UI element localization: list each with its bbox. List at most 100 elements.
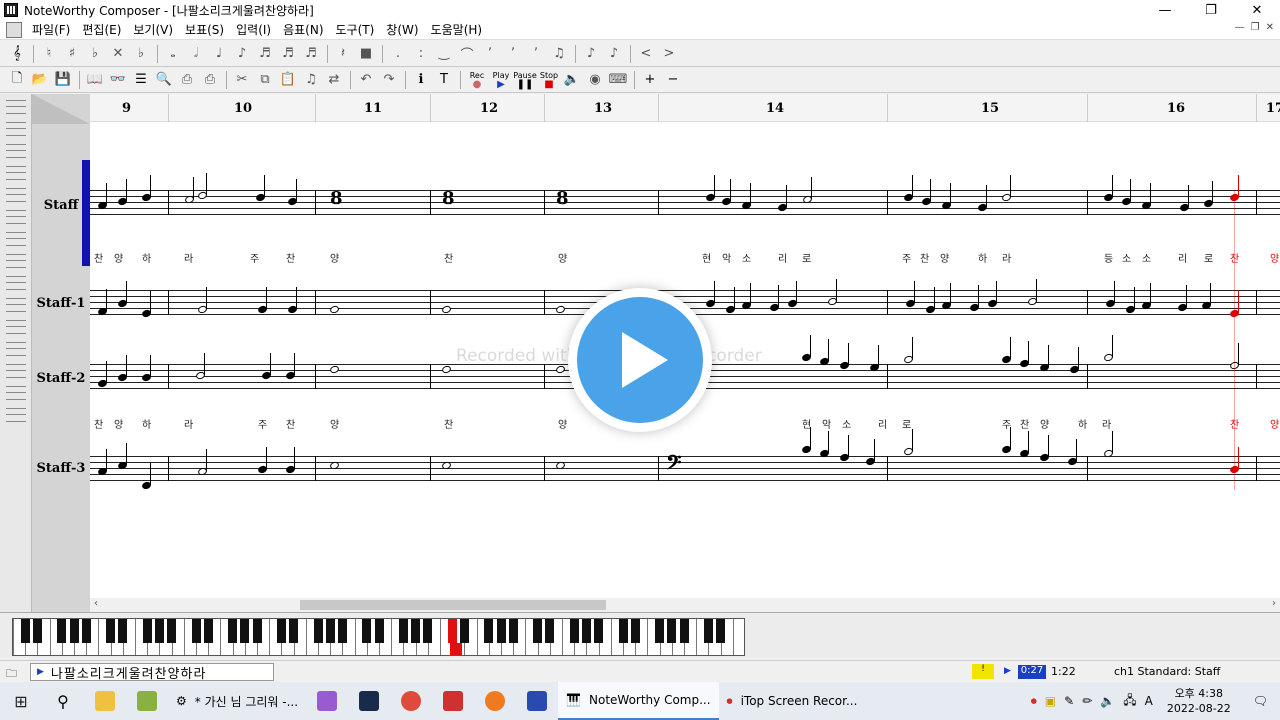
- lyric-syllable[interactable]: 찬: [444, 416, 453, 431]
- black-key[interactable]: [106, 619, 116, 643]
- taskbar-task-noteworthy[interactable]: 🎹 NoteWorthy Comp...: [558, 682, 719, 720]
- lyric-syllable[interactable]: 등: [1104, 250, 1113, 265]
- redo-icon[interactable]: ↷: [378, 70, 400, 90]
- cut-icon[interactable]: ✂: [231, 70, 253, 90]
- lyric-syllable[interactable]: 로: [902, 416, 911, 431]
- black-key[interactable]: [118, 619, 128, 643]
- bar-number[interactable]: 13: [594, 101, 612, 116]
- decrescendo-icon[interactable]: >: [658, 44, 680, 64]
- menu-insert[interactable]: 입력(I): [230, 21, 277, 38]
- scrollbar-thumb[interactable]: [300, 600, 606, 610]
- taskbar-task-itop[interactable]: ⏺ iTop Screen Recor...: [719, 682, 866, 720]
- firefox-icon[interactable]: [474, 682, 516, 720]
- staccato-icon[interactable]: ʼ: [502, 44, 524, 64]
- keyboard-icon[interactable]: ⌨: [607, 70, 629, 90]
- quarter-note-icon[interactable]: ♩: [208, 44, 230, 64]
- video-play-button[interactable]: [568, 288, 712, 432]
- black-key[interactable]: [508, 619, 518, 643]
- dot-icon[interactable]: .: [387, 44, 409, 64]
- flat-icon[interactable]: ♭: [84, 44, 106, 64]
- black-key[interactable]: [32, 619, 42, 643]
- double-sharp-icon[interactable]: ✕: [107, 44, 129, 64]
- black-key[interactable]: [545, 619, 555, 643]
- tray-chat-icon[interactable]: ▣: [1041, 694, 1060, 708]
- staff-label[interactable]: Staff-2: [32, 371, 90, 386]
- info-icon[interactable]: ℹ: [410, 70, 432, 90]
- lyric-syllable[interactable]: 찬: [920, 250, 929, 265]
- staff-label[interactable]: Staff-1: [32, 296, 90, 311]
- menu-help[interactable]: 도움말(H): [425, 21, 489, 38]
- black-key[interactable]: [325, 619, 335, 643]
- lyric-syllable[interactable]: 양: [940, 250, 949, 265]
- lyric-syllable[interactable]: 양: [1040, 416, 1049, 431]
- menu-window[interactable]: 창(W): [380, 21, 424, 38]
- black-key[interactable]: [81, 619, 91, 643]
- tray-record-icon[interactable]: ⏺: [1027, 694, 1041, 709]
- tie-icon[interactable]: ‿: [433, 44, 455, 64]
- staff-lines-icon-6[interactable]: [6, 364, 26, 378]
- rest-icon[interactable]: 𝄽: [332, 44, 354, 64]
- black-key[interactable]: [716, 619, 726, 643]
- play-button[interactable]: Play ▶: [489, 71, 513, 90]
- black-key[interactable]: [569, 619, 579, 643]
- lyric-syllable[interactable]: 소: [1122, 250, 1131, 265]
- monitor-app-icon[interactable]: [348, 682, 390, 720]
- taskbar-task-kakao[interactable]: ⚙ * 가신 님 그리워 -...: [168, 682, 306, 720]
- close-button[interactable]: ✕: [1234, 0, 1280, 20]
- bar-number[interactable]: 9: [122, 101, 131, 116]
- print-preview-icon[interactable]: ⎙: [176, 70, 198, 90]
- pdf-app-icon[interactable]: [432, 682, 474, 720]
- bass-clef-tool-icon[interactable]: [6, 122, 26, 136]
- sixteenth-note-icon[interactable]: ♬: [254, 44, 276, 64]
- black-key[interactable]: [655, 619, 665, 643]
- clef-tool-icon[interactable]: 𝄞: [6, 44, 28, 64]
- black-key[interactable]: [252, 619, 262, 643]
- black-key[interactable]: [630, 619, 640, 643]
- horizontal-scrollbar[interactable]: ‹ ›: [90, 598, 1280, 612]
- treble-clef-tool-icon[interactable]: [6, 100, 26, 114]
- black-key[interactable]: [594, 619, 604, 643]
- glasses-icon[interactable]: 👓: [107, 70, 129, 90]
- tenuto-icon[interactable]: ʼ: [525, 44, 547, 64]
- mdi-close-icon[interactable]: ✕: [1266, 22, 1274, 33]
- photo-app-icon[interactable]: [126, 682, 168, 720]
- book-icon[interactable]: 📖: [84, 70, 106, 90]
- lyric-syllable[interactable]: 소: [742, 250, 751, 265]
- mdi-restore-icon[interactable]: ❐: [1251, 22, 1260, 33]
- grid-icon[interactable]: [6, 232, 26, 246]
- minimize-button[interactable]: —: [1142, 0, 1188, 20]
- sharp-icon[interactable]: ♯: [61, 44, 83, 64]
- lyric-syllable[interactable]: 현: [702, 250, 711, 265]
- menu-edit[interactable]: 편집(E): [76, 21, 127, 38]
- undo-icon[interactable]: ↶: [355, 70, 377, 90]
- black-key[interactable]: [167, 619, 177, 643]
- text-tool-icon[interactable]: T: [433, 70, 455, 90]
- document-icon[interactable]: [6, 21, 22, 38]
- bar-number[interactable]: 16: [1167, 101, 1185, 116]
- lyric-syllable[interactable]: 양: [558, 416, 567, 431]
- triplet-icon[interactable]: ♪: [580, 44, 602, 64]
- lyric-syllable[interactable]: 현: [802, 416, 811, 431]
- staff-lines-icon-4[interactable]: [6, 320, 26, 334]
- network-icon[interactable]: 🖧: [1119, 691, 1140, 712]
- new-file-icon[interactable]: 🗋: [6, 70, 28, 90]
- lyric-syllable[interactable]: 라: [184, 250, 193, 265]
- black-key[interactable]: [191, 619, 201, 643]
- bar-number[interactable]: 17: [1266, 101, 1280, 116]
- lyric-syllable[interactable]: 찬: [1020, 416, 1029, 431]
- black-key[interactable]: [398, 619, 408, 643]
- bar-number-ruler[interactable]: 9 10 11 12 13 14 15 16 17: [90, 94, 1280, 122]
- black-key[interactable]: [447, 619, 457, 643]
- thirtysecond-note-icon[interactable]: ♬: [277, 44, 299, 64]
- bar-number[interactable]: 10: [234, 101, 252, 116]
- podcast-app-icon[interactable]: [306, 682, 348, 720]
- print-icon[interactable]: ⎙: [199, 70, 221, 90]
- lyric-syllable[interactable]: 찬: [94, 416, 103, 431]
- beam-icon[interactable]: ♪: [603, 44, 625, 64]
- clock[interactable]: 오후 4:38 2022-08-22: [1157, 686, 1241, 716]
- black-key[interactable]: [374, 619, 384, 643]
- file-explorer-icon[interactable]: [84, 682, 126, 720]
- piano-keyboard[interactable]: [12, 618, 745, 656]
- lyric-syllable[interactable]: 하: [1078, 416, 1087, 431]
- lyric-syllable[interactable]: 주: [902, 250, 911, 265]
